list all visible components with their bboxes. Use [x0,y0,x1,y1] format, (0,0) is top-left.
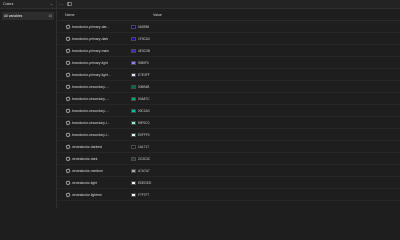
color-swatch[interactable] [131,180,136,185]
color-swatch[interactable] [131,96,136,101]
variable-name[interactable]: brandcolor-secondary-... [72,85,130,89]
table-row[interactable]: neutralcolor-lightest F7F7F7 [58,189,400,201]
color-variable-icon [65,84,70,89]
color-swatch[interactable] [131,48,136,53]
group-count: 16 [48,14,52,18]
variable-value[interactable]: 2C3C3C [138,157,150,161]
table-row[interactable]: brandcolor-secondary-... 00C2A0 [58,105,400,117]
color-swatch[interactable] [131,144,136,149]
table-row[interactable]: brandcolor-primary-light 9080F0 [58,57,400,69]
variable-name[interactable]: brandcolor-secondary-... [72,97,130,101]
variable-value[interactable]: 0A0958 [138,25,149,29]
color-swatch[interactable] [131,72,136,77]
table-row[interactable]: brandcolor-secondary-... 00A87C [58,93,400,105]
variable-value[interactable]: EDEDED [138,181,151,185]
toggle-panel-icon[interactable] [65,0,73,9]
table-row[interactable]: brandcolor-secondary-l... E0FFF0 [58,129,400,141]
collection-dropdown[interactable]: Colors ⌄ [0,0,57,9]
table-header: Name Value [58,9,400,21]
more-options-icon[interactable]: ··· [57,0,65,9]
color-swatch[interactable] [131,108,136,113]
color-variable-icon [65,180,70,185]
collection-name: Colors [3,2,14,6]
variable-name[interactable]: brandcolor-primary-light [72,61,130,65]
color-variable-icon [65,120,70,125]
color-variable-icon [65,108,70,113]
variable-value[interactable]: 006B4B [138,85,149,89]
color-variable-icon [65,24,70,29]
table-row[interactable]: brandcolor-primary-light... E7E3FF [58,69,400,81]
variable-value[interactable]: 90F0C0 [138,121,149,125]
color-variable-icon [65,192,70,197]
variable-name[interactable]: brandcolor-secondary-... [72,109,130,113]
color-variable-icon [65,168,70,173]
table-row[interactable]: brandcolor-primary-dark 1F0CA3 [58,33,400,45]
group-label: All variables [4,14,23,18]
column-header-name: Name [65,12,75,17]
variable-value[interactable]: 4E3C0B [138,49,150,53]
variable-name[interactable]: brandcolor-primary-light... [72,73,130,77]
table-row[interactable]: brandcolor-secondary-l... 90F0C0 [58,117,400,129]
variable-value[interactable]: E0FFF0 [138,133,150,137]
variable-name[interactable]: neutralcolor-darkest [72,145,130,149]
table-row[interactable]: neutralcolor-light EDEDED [58,177,400,189]
table-row[interactable]: brandcolor-primary-main 4E3C0B [58,45,400,57]
color-swatch[interactable] [131,120,136,125]
color-variable-icon [65,48,70,53]
variable-name[interactable]: brandcolor-primary-dar... [72,25,130,29]
chevron-down-icon: ⌄ [49,2,53,6]
variable-value[interactable]: E7E3FF [138,73,150,77]
color-variable-icon [65,60,70,65]
group-all-variables[interactable]: All variables 16 [2,12,54,20]
variable-name[interactable]: neutralcolor-dark [72,157,130,161]
variable-value[interactable]: F7F7F7 [138,193,149,197]
variable-name[interactable]: neutralcolor-medium [72,169,130,173]
color-swatch[interactable] [131,36,136,41]
variable-value[interactable]: 00A87C [138,97,150,101]
color-swatch[interactable] [131,24,136,29]
color-variable-icon [65,156,70,161]
toolbar: Colors ⌄ ··· [0,0,400,9]
variable-value[interactable]: 00C2A0 [138,109,150,113]
variable-name[interactable]: brandcolor-primary-dark [72,37,130,41]
table-row[interactable]: neutralcolor-darkest 1A1717 [58,141,400,153]
color-variable-icon [65,132,70,137]
variable-value[interactable]: 1F0CA3 [138,37,150,41]
color-variable-icon [65,36,70,41]
color-variable-icon [65,96,70,101]
variable-groups-sidebar: All variables 16 [0,9,57,208]
variable-value[interactable]: 9080F0 [138,61,149,65]
color-swatch[interactable] [131,60,136,65]
variables-table: Name Value brandcolor-primary-dar... 0A09… [58,9,400,208]
color-swatch[interactable] [131,84,136,89]
color-swatch[interactable] [131,132,136,137]
variable-name[interactable]: neutralcolor-lightest [72,193,130,197]
color-swatch[interactable] [131,168,136,173]
table-row[interactable]: brandcolor-primary-dar... 0A0958 [58,21,400,33]
table-row[interactable]: neutralcolor-medium A7A7A7 [58,165,400,177]
variable-name[interactable]: brandcolor-secondary-l... [72,133,130,137]
color-variable-icon [65,72,70,77]
variable-value[interactable]: 1A1717 [138,145,149,149]
variable-value[interactable]: A7A7A7 [138,169,150,173]
color-swatch[interactable] [131,156,136,161]
table-row[interactable]: neutralcolor-dark 2C3C3C [58,153,400,165]
variable-name[interactable]: brandcolor-primary-main [72,49,130,53]
color-swatch[interactable] [131,192,136,197]
variable-name[interactable]: neutralcolor-light [72,181,130,185]
color-variable-icon [65,144,70,149]
table-rows: brandcolor-primary-dar... 0A0958 brandcolo… [58,21,400,201]
variable-name[interactable]: brandcolor-secondary-l... [72,121,130,125]
table-row[interactable]: brandcolor-secondary-... 006B4B [58,81,400,93]
column-header-value: Value [153,12,162,17]
